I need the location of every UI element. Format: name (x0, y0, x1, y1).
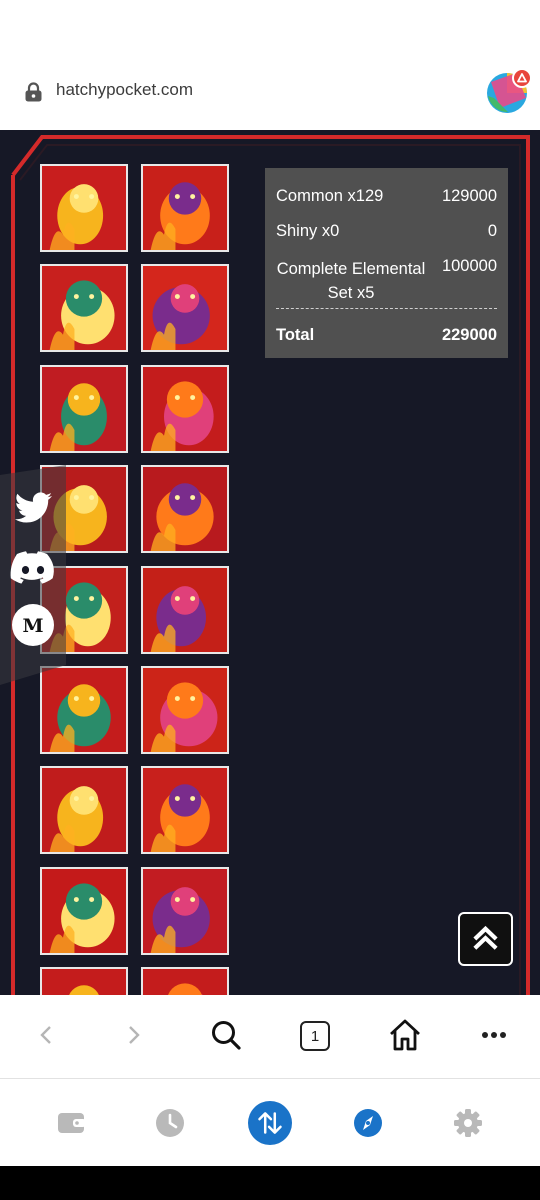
more-button[interactable] (472, 1013, 516, 1057)
browser-toolbar: 1 (0, 995, 540, 1079)
tabs-button[interactable]: 1 (292, 1013, 336, 1057)
row-label: Common x129 (276, 187, 384, 205)
wallet-bar (0, 1079, 540, 1166)
wallet-button[interactable] (50, 1101, 94, 1145)
fire-golem-card[interactable] (141, 866, 229, 955)
hatchy-art (143, 567, 227, 652)
fire-partial-card-2[interactable] (141, 967, 229, 995)
fire-mage-card[interactable] (40, 264, 128, 353)
tabs-icon: 1 (300, 1021, 330, 1051)
hatchy-art (143, 166, 227, 250)
search-button[interactable] (204, 1013, 248, 1057)
hatchy-art (143, 768, 227, 853)
row-value: 129000 (441, 187, 497, 205)
hatchy-art (143, 668, 227, 752)
settings-button[interactable] (446, 1101, 490, 1145)
fire-knight-card[interactable] (40, 766, 128, 855)
settings-icon (454, 1109, 482, 1137)
hatchy-art (42, 868, 126, 953)
fire-horned-demon-card[interactable] (141, 465, 229, 554)
back-button[interactable] (24, 1013, 68, 1057)
fire-mane-card[interactable] (40, 866, 128, 955)
fire-mask-card[interactable] (141, 565, 229, 654)
hatchy-art (42, 266, 126, 351)
total-value: 229000 (441, 326, 497, 344)
more-icon (482, 1032, 506, 1038)
row-value: 0 (487, 222, 497, 240)
summary-divider (276, 308, 497, 309)
forward-arrow-icon (129, 1026, 140, 1044)
wallet-icon (58, 1113, 86, 1133)
hatchy-art (42, 366, 126, 451)
fire-beast-card[interactable] (141, 164, 229, 252)
medium-icon[interactable]: M (10, 602, 56, 648)
explore-icon (354, 1109, 382, 1137)
history-button[interactable] (148, 1101, 192, 1145)
summary-table: Common x129 129000 Shiny x0 0 Complete E… (265, 168, 508, 358)
hatchy-art (42, 768, 126, 853)
home-icon (390, 1019, 420, 1051)
hatchy-art (42, 166, 126, 250)
hatchy-art (143, 467, 227, 552)
row-label: Shiny x0 (276, 222, 340, 240)
hatchy-art (42, 969, 126, 995)
browser-logo-icon[interactable] (486, 68, 532, 114)
history-icon (156, 1109, 184, 1137)
url-text[interactable]: hatchypocket.com (56, 80, 193, 100)
swap-icon (248, 1101, 292, 1145)
lock-icon (25, 82, 42, 102)
explore-button[interactable] (346, 1101, 390, 1145)
back-arrow-icon (40, 1026, 51, 1044)
row-label: Complete Elemental Set x5 (276, 260, 426, 302)
address-bar[interactable]: hatchypocket.com (0, 58, 540, 130)
hatchy-art (143, 969, 227, 995)
home-button[interactable] (383, 1013, 427, 1057)
row-value: 100000 (441, 257, 497, 275)
twitter-icon[interactable] (10, 485, 56, 531)
system-nav-bar (0, 1166, 540, 1200)
status-bar (0, 0, 540, 58)
fire-insect-card[interactable] (141, 264, 229, 353)
hatchy-art (143, 266, 227, 351)
discord-icon[interactable] (10, 544, 56, 590)
search-icon (212, 1021, 241, 1050)
fire-crab-card[interactable] (141, 766, 229, 855)
fire-lizard-card[interactable] (40, 364, 128, 453)
fire-dragon-card[interactable] (141, 364, 229, 453)
hatchy-art (143, 366, 227, 451)
page-content: Common x129 129000 Shiny x0 0 Complete E… (0, 130, 540, 995)
scroll-to-top-button[interactable] (458, 912, 513, 966)
fire-robot-card[interactable] (40, 164, 128, 252)
swap-button[interactable] (248, 1101, 292, 1145)
svg-text:M: M (22, 615, 43, 637)
fire-spirit-card[interactable] (141, 666, 229, 754)
forward-button[interactable] (112, 1013, 156, 1057)
hatchy-art (143, 868, 227, 953)
total-label: Total (276, 326, 315, 344)
fire-partial-card-1[interactable] (40, 967, 128, 995)
